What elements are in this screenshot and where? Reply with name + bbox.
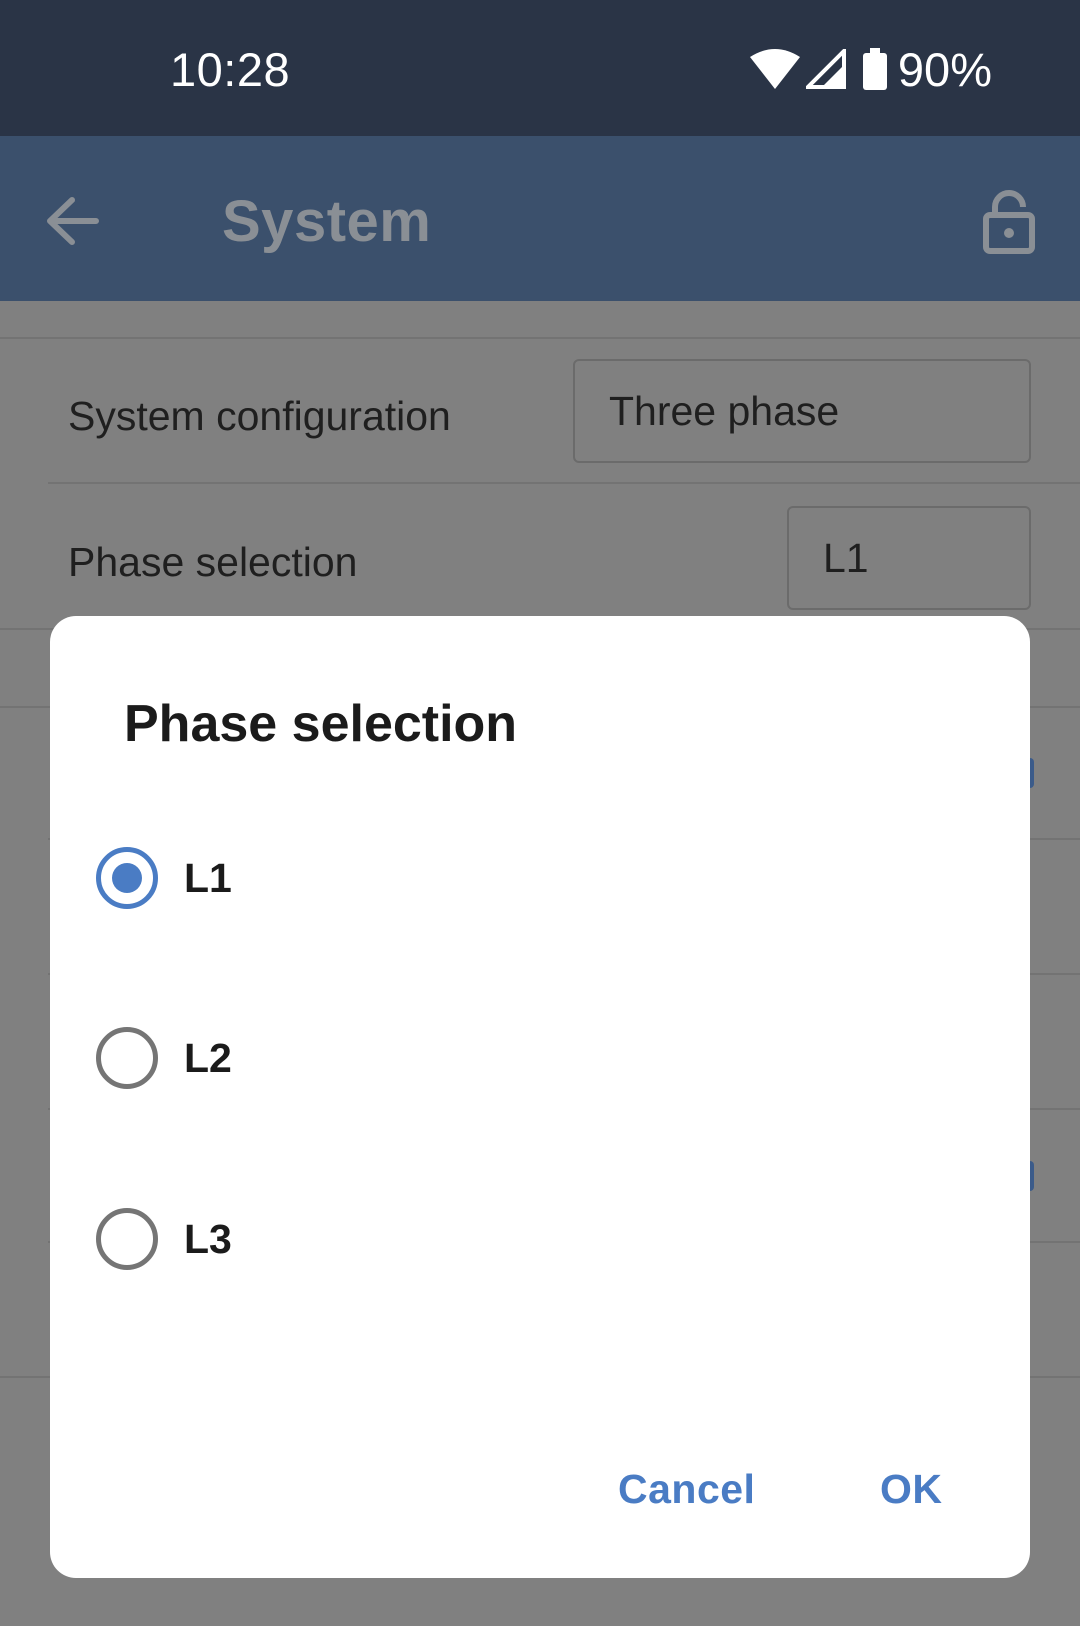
phase-selection-field[interactable]: L1 [787, 506, 1031, 610]
arrow-left-icon [44, 197, 100, 250]
system-configuration-label: System configuration [68, 393, 451, 439]
system-configuration-field[interactable]: Three phase [573, 359, 1031, 463]
status-time: 10:28 [170, 43, 291, 96]
radio-label: L2 [184, 1034, 232, 1081]
cancel-button[interactable]: Cancel [618, 1466, 755, 1513]
divider [48, 482, 1080, 484]
battery-icon [862, 48, 888, 90]
page-title: System [222, 189, 432, 254]
wifi-icon [749, 49, 800, 89]
dialog-title: Phase selection [124, 695, 518, 753]
radio-button-checked[interactable] [96, 847, 158, 909]
lock-icon [982, 190, 1036, 259]
radio-option-l3[interactable]: L3 [96, 1199, 976, 1279]
battery-percent: 90% [897, 42, 992, 96]
ok-button[interactable]: OK [880, 1466, 943, 1513]
radio-label: L1 [184, 854, 232, 901]
radio-button[interactable] [96, 1208, 158, 1270]
radio-button[interactable] [96, 1027, 158, 1089]
radio-label: L3 [184, 1215, 232, 1262]
status-icons: 90% [749, 42, 992, 96]
radio-option-l2[interactable]: L2 [96, 1018, 976, 1098]
status-bar: 10:28 90% [0, 0, 1080, 136]
radio-option-l1[interactable]: L1 [96, 838, 976, 918]
lock-button[interactable] [982, 189, 1036, 255]
phase-selection-label: Phase selection [68, 539, 358, 585]
back-button[interactable] [44, 196, 104, 246]
cellular-signal-icon [805, 49, 846, 89]
app-bar: System [0, 136, 1080, 301]
phase-selection-dialog: Phase selection L1 L2 L3 Cancel OK [50, 616, 1030, 1578]
divider [0, 337, 1080, 339]
